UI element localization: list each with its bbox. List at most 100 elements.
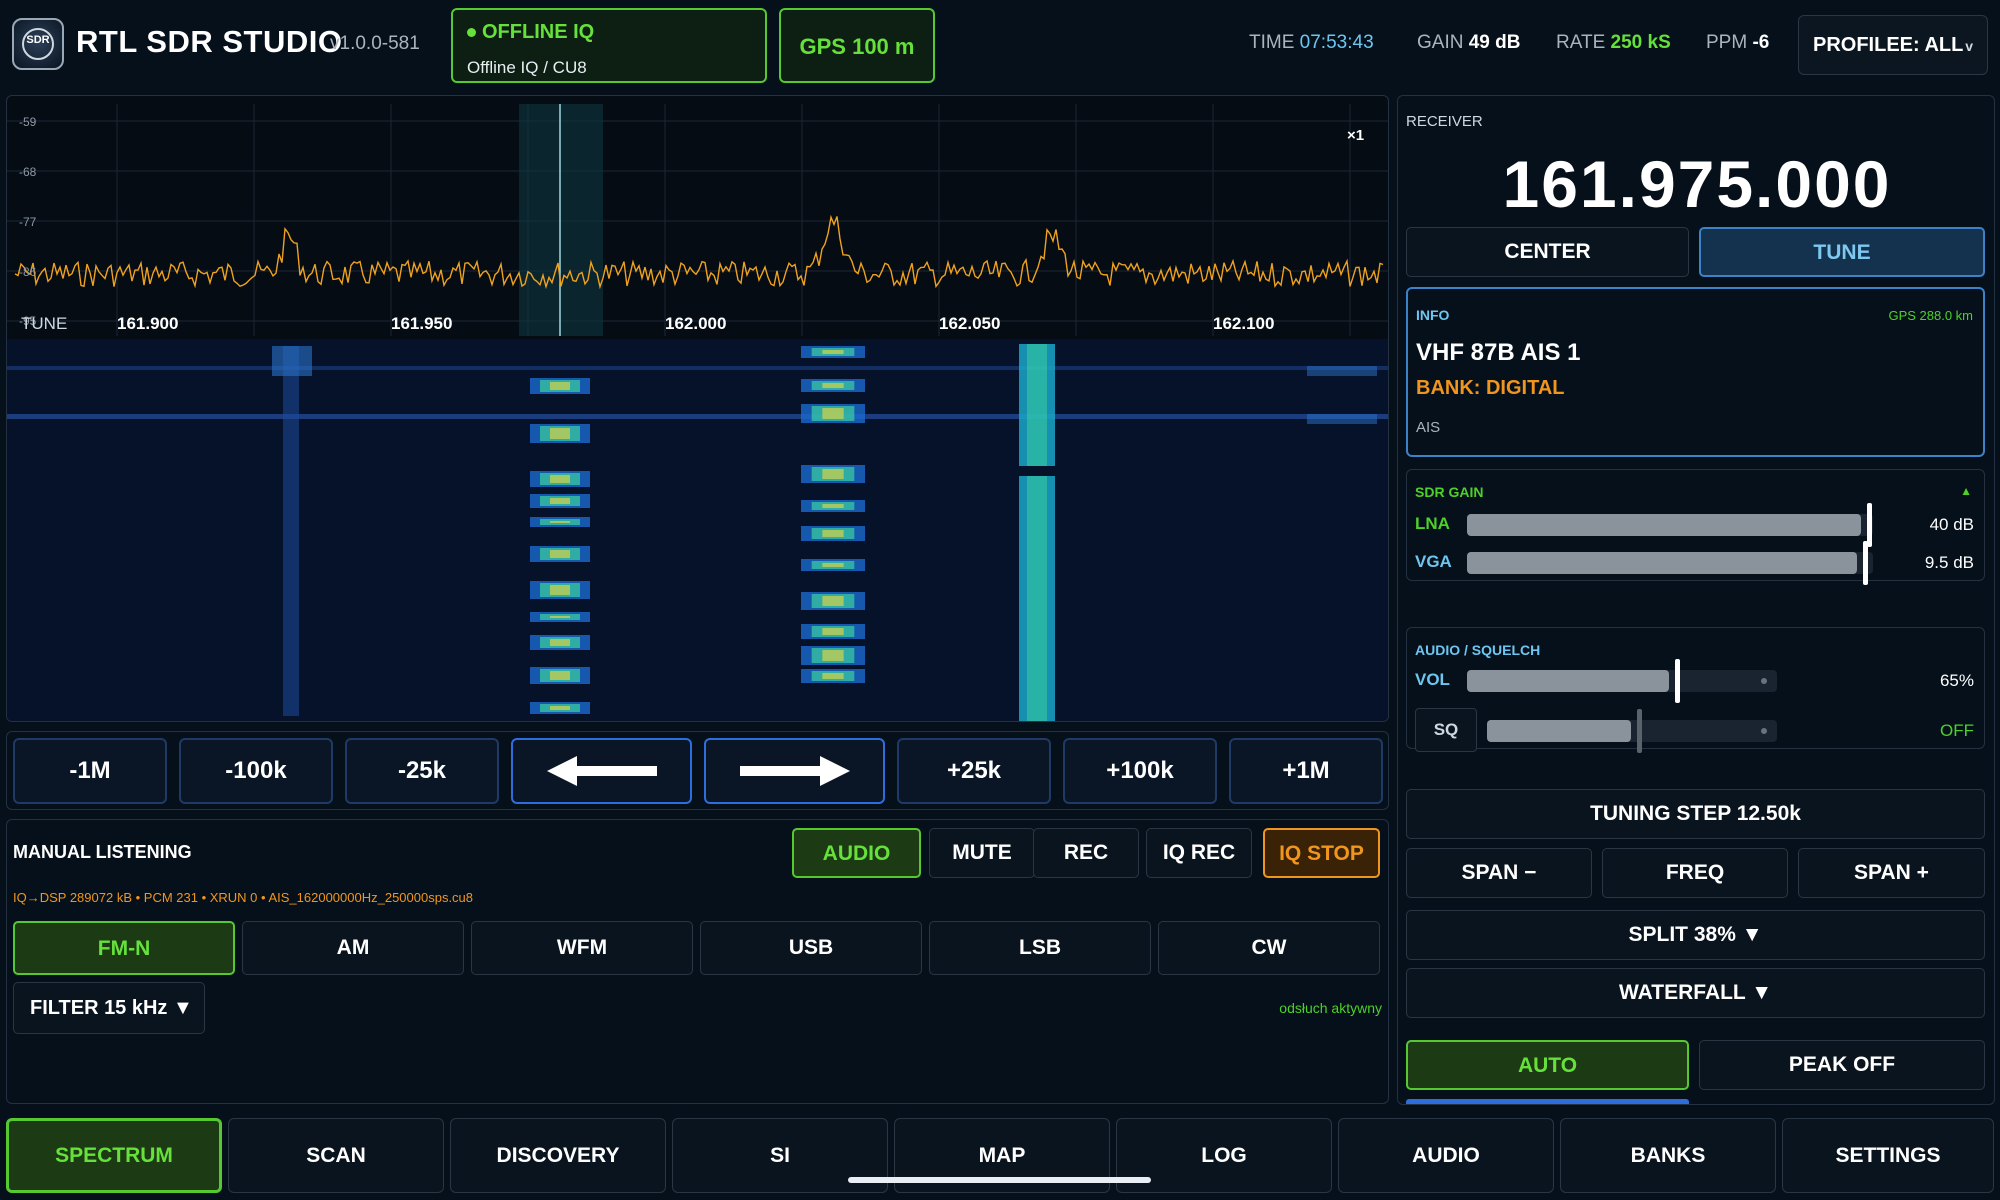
nav-discovery[interactable]: DISCOVERY [450,1118,666,1193]
rec-button[interactable]: REC [1033,828,1139,878]
vga-slider[interactable] [1467,552,1873,574]
squelch-slider-fill [1487,720,1631,742]
tuning-step-button[interactable]: TUNING STEP 12.50k [1406,789,1985,839]
freq-tick: 162.050 [939,314,1000,333]
nav-settings[interactable]: SETTINGS [1782,1118,1994,1193]
waterfall-signal-burst [272,346,312,376]
squelch-slider-handle[interactable] [1637,709,1642,753]
audio-button[interactable]: AUDIO [792,828,921,878]
tune-left-button[interactable] [511,738,692,804]
manual-listening-title: MANUAL LISTENING [13,842,192,862]
mode-fm-n-button[interactable]: FM-N [13,921,235,975]
vga-label: VGA [1415,552,1452,571]
home-indicator[interactable] [848,1177,1151,1183]
freq-tick: 161.900 [117,314,178,333]
vga-slider-fill [1467,552,1857,574]
squelch-slider[interactable] [1487,720,1777,742]
tune-band-highlight [519,104,603,336]
waterfall-dropdown[interactable]: WATERFALL ▼ [1406,968,1985,1018]
source-status-box[interactable]: OFFLINE IQ Offline IQ / CU8 [451,8,767,83]
waterfall-signal-peak [822,628,844,635]
db-axis: -59 -68 -77 -86 -95 [19,115,37,328]
nav-spectrum[interactable]: SPECTRUM [6,1118,222,1193]
lna-value: 40 dB [1929,515,1974,534]
waterfall-signal-peak [822,408,844,419]
channel-name: VHF 87B AIS 1 [1416,339,1581,366]
mode-am-button[interactable]: AM [242,921,464,975]
step-plus-25k-button[interactable]: +25k [897,738,1051,804]
waterfall-signal-peak [550,498,570,504]
mode-lsb-button[interactable]: LSB [929,921,1151,975]
peak-toggle-button[interactable]: PEAK OFF [1699,1040,1985,1090]
lna-slider-handle[interactable] [1866,503,1872,547]
sdr-gain-card: SDR GAIN ▲ LNA 40 dB VGA 9.5 dB [1406,469,1985,585]
tuning-step-bar: -1M -100k -25k +25k +100k +1M [6,731,1389,810]
tune-right-button[interactable] [704,738,885,804]
gain-value: 49 dB [1468,32,1521,53]
waterfall-signal-peak [822,530,844,537]
info-label: INFO [1416,307,1450,323]
audio-squelch-card: AUDIO / SQUELCH VOL 65% SQ OFF [1406,627,1985,753]
lna-slider[interactable] [1467,514,1873,536]
volume-slider-handle[interactable] [1674,659,1680,703]
vga-slider-handle[interactable] [1862,541,1868,585]
mute-button[interactable]: MUTE [929,828,1035,878]
waterfall-signal-peak [550,639,570,646]
center-button[interactable]: CENTER [1406,227,1689,277]
receiver-frequency[interactable]: 161.975.000 [1398,146,1994,222]
span-minus-button[interactable]: SPAN − [1406,848,1592,898]
waterfall-signal-peak [550,382,570,390]
scroll-hint-strip [1406,1099,1689,1104]
collapse-up-icon[interactable]: ▲ [1960,484,1972,498]
zoom-indicator[interactable]: ×1 [1347,127,1364,144]
ppm-label: PPM [1706,32,1748,53]
slider-end-dot [1761,678,1767,684]
waterfall-signal-peak [550,428,570,439]
waterfall-signal-peak [550,475,570,483]
logo-text: SDR [26,34,50,46]
chevron-down-icon: v [1965,38,1973,54]
frequency-axis: 161.900 161.950 162.000 162.050 162.100 [117,314,1274,333]
step-minus-100k-button[interactable]: -100k [179,738,333,804]
volume-slider[interactable] [1467,670,1777,692]
freq-tick: 162.100 [1213,314,1274,333]
span-plus-button[interactable]: SPAN + [1798,848,1985,898]
mode-wfm-button[interactable]: WFM [471,921,693,975]
spectrum-panel[interactable]: -59 -68 -77 -86 -95 TUNE 161.900 161.950… [6,95,1389,722]
filter-dropdown[interactable]: FILTER 15 kHz ▼ [13,982,205,1034]
step-plus-100k-button[interactable]: +100k [1063,738,1217,804]
iq-stop-button[interactable]: IQ STOP [1263,828,1380,878]
step-minus-25k-button[interactable]: -25k [345,738,499,804]
spectrum-grid [7,104,1388,336]
vol-label: VOL [1415,670,1450,689]
slider-end-dot [1761,728,1767,734]
spectrum-waterfall-display[interactable]: -59 -68 -77 -86 -95 TUNE 161.900 161.950… [7,96,1389,722]
waterfall-signal-peak [550,671,570,680]
waterfall-signal-peak [822,383,844,388]
nav-scan[interactable]: SCAN [228,1118,444,1193]
step-plus-1m-button[interactable]: +1M [1229,738,1383,804]
waterfall-signal-peak [822,650,844,661]
gps-status-box[interactable]: GPS 100 m [779,8,935,83]
squelch-button[interactable]: SQ [1415,708,1477,752]
nav-banks[interactable]: BANKS [1560,1118,1776,1193]
step-minus-1m-button[interactable]: -1M [13,738,167,804]
freq-button[interactable]: FREQ [1602,848,1788,898]
tune-button[interactable]: TUNE [1699,227,1985,277]
db-tick: -86 [19,265,37,279]
mode-usb-button[interactable]: USB [700,921,922,975]
gps-distance: GPS 288.0 km [1888,308,1973,323]
tune-axis-label: TUNE [21,314,67,333]
db-tick: -59 [19,115,37,129]
source-status: OFFLINE IQ [467,21,594,44]
iq-rec-button[interactable]: IQ REC [1146,828,1252,878]
nav-audio[interactable]: AUDIO [1338,1118,1554,1193]
auto-button[interactable]: AUTO [1406,1040,1689,1090]
vol-value: 65% [1939,671,1974,690]
vga-value: 9.5 dB [1924,553,1974,572]
waterfall-noise-line [7,366,1388,370]
split-dropdown[interactable]: SPLIT 38% ▼ [1406,910,1985,960]
profile-dropdown[interactable]: PROFILEE: ALL v [1798,15,1988,75]
mode-cw-button[interactable]: CW [1158,921,1380,975]
channel-type: AIS [1416,419,1441,436]
